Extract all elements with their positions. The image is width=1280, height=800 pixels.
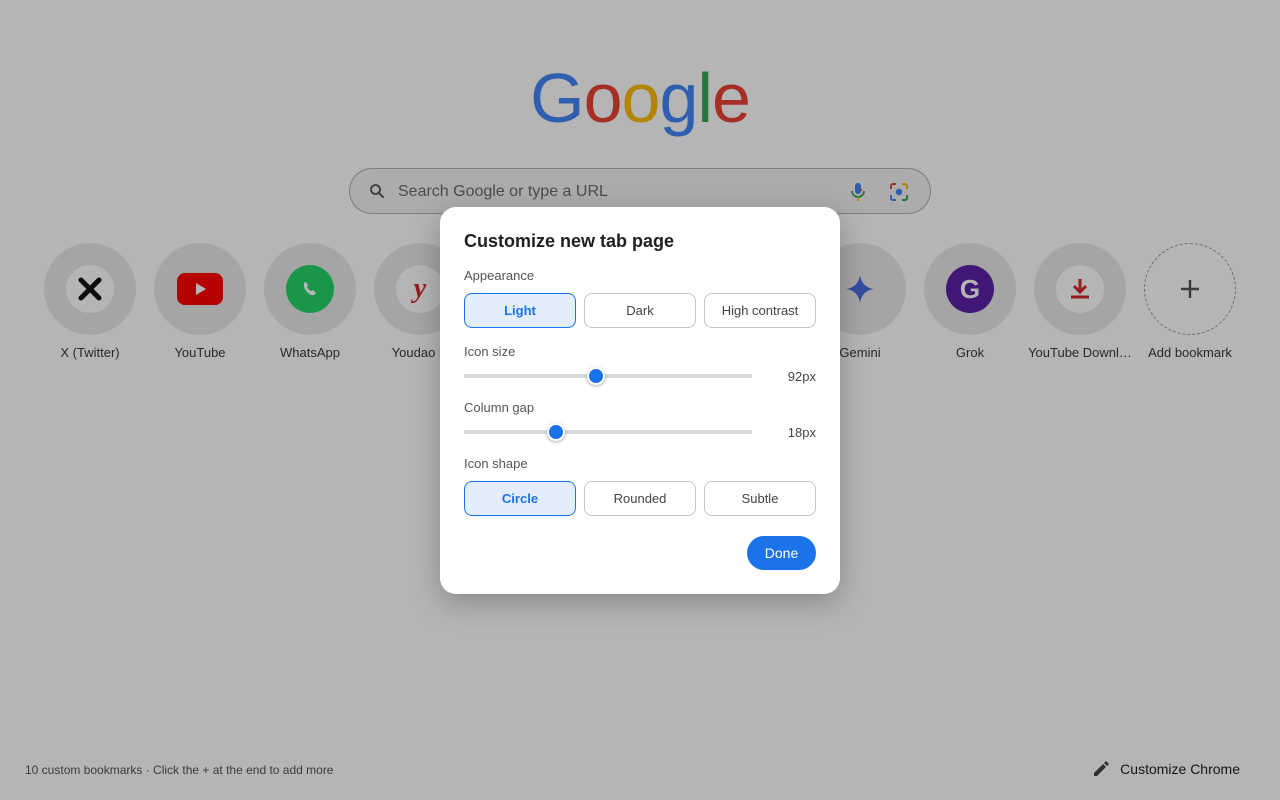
appearance-options: Light Dark High contrast [464, 293, 816, 328]
shape-subtle-button[interactable]: Subtle [704, 481, 816, 516]
done-button[interactable]: Done [747, 536, 816, 570]
column-gap-label: Column gap [464, 400, 535, 415]
icon-size-label: Icon size [464, 344, 516, 359]
column-gap-slider[interactable]: 18px [464, 422, 816, 442]
shape-rounded-button[interactable]: Rounded [584, 481, 696, 516]
new-tab-page: Google Search Google or type a URL X (Tw… [0, 0, 1280, 800]
appearance-dark-button[interactable]: Dark [584, 293, 696, 328]
icon-size-slider[interactable]: 92px [464, 366, 816, 386]
icon-shape-options: Circle Rounded Subtle [464, 481, 816, 516]
slider-track[interactable] [464, 374, 752, 378]
slider-thumb[interactable] [546, 423, 565, 441]
shape-circle-button[interactable]: Circle [464, 481, 576, 516]
slider-track[interactable] [464, 430, 752, 434]
icon-shape-label: Icon shape [464, 456, 528, 471]
icon-size-value: 92px [787, 369, 816, 384]
slider-thumb[interactable] [586, 367, 605, 385]
appearance-high-contrast-button[interactable]: High contrast [704, 293, 816, 328]
appearance-light-button[interactable]: Light [464, 293, 576, 328]
customize-dialog: Customize new tab page Appearance Light … [440, 207, 840, 594]
column-gap-value: 18px [787, 425, 816, 440]
appearance-label: Appearance [464, 268, 535, 283]
dialog-title: Customize new tab page [464, 231, 675, 251]
